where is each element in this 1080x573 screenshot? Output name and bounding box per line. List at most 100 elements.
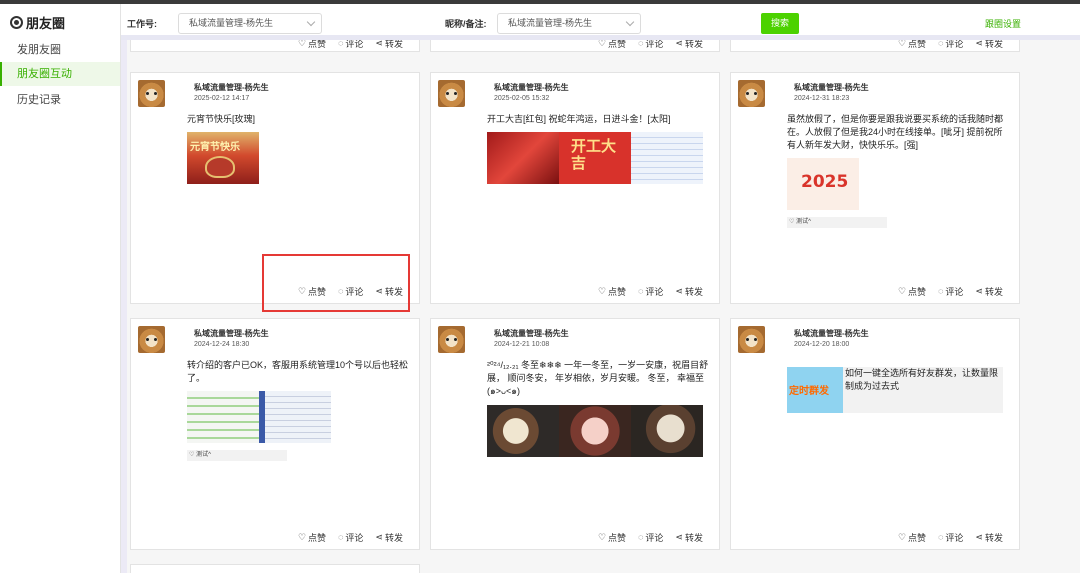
account-select-value: 私域流量管理-杨先生	[189, 18, 273, 28]
previous-card: ♡ 点赞 ◌ 评论 ⋖ 转发	[130, 40, 420, 52]
comment-icon: ◌	[338, 40, 344, 48]
post-author: 私域流量管理-杨先生	[794, 329, 869, 338]
comment-icon: ◌	[938, 40, 944, 48]
share-icon: ⋖	[375, 532, 383, 542]
post-image[interactable]: 元宵节快乐	[187, 132, 259, 184]
heart-icon: ♡	[897, 532, 907, 542]
share-button[interactable]: ⋖ 转发	[675, 285, 703, 298]
comment-icon: ◌	[338, 532, 344, 542]
bowl-graphic	[205, 156, 235, 178]
share-button[interactable]: ⋖ 转发	[375, 531, 403, 544]
post-actions: ♡ 点赞 ◌ 评论 ⋖ 转发	[598, 40, 703, 50]
post-image[interactable]	[487, 132, 559, 184]
comment-button[interactable]: ◌ 评论	[638, 40, 663, 50]
post-text: 虽然放假了，但是你要是跟我说要买系统的话我随时都在。人放假了但是我24小时在线接…	[787, 114, 1004, 150]
heart-icon: ♡	[597, 40, 607, 48]
post-author: 私域流量管理-杨先生	[194, 83, 269, 92]
post-card: 私域流量管理-杨先生 2024-12-31 18:23 虽然放假了，但是你要是跟…	[730, 72, 1020, 304]
avatar	[138, 80, 165, 107]
comment-icon: ◌	[938, 286, 944, 296]
post-actions: ♡ 点赞 ◌ 评论 ⋖ 转发	[298, 531, 403, 544]
sidebar-item-interaction[interactable]: 朋友圈互动	[0, 62, 120, 86]
post-text: 转介绍的客户已OK，客服用系统管理10个号以后也轻松了。	[187, 360, 409, 383]
sidebar-item-post[interactable]: 发朋友圈	[0, 38, 120, 62]
post-text: ²⁰²⁴/₁₂.₂₁ 冬至❄❄❄ 一年一冬至，一岁一安康，祝眉目舒展， 顺问冬安…	[487, 360, 709, 396]
image-caption: 2025	[801, 172, 849, 192]
avatar	[138, 326, 165, 353]
image-caption: 元宵节快乐	[190, 142, 240, 153]
heart-icon: ♡	[297, 532, 307, 542]
comment-button[interactable]: ◌ 评论	[938, 531, 963, 544]
search-button[interactable]: 搜索	[761, 13, 799, 34]
comment-button[interactable]: ◌ 评论	[638, 285, 663, 298]
post-image[interactable]	[187, 391, 259, 443]
like-button[interactable]: ♡ 点赞	[898, 285, 926, 298]
comment-button[interactable]: ◌ 评论	[938, 285, 963, 298]
post-image[interactable]	[259, 391, 331, 443]
heart-icon: ♡	[297, 40, 307, 48]
share-icon: ⋖	[975, 532, 983, 542]
like-button[interactable]: ♡ 点赞	[598, 531, 626, 544]
post-date: 2025-02-05 15:32	[494, 95, 550, 102]
nickname-select[interactable]: 私域流量管理-杨先生	[497, 13, 641, 34]
post-date: 2024-12-31 18:23	[794, 95, 850, 102]
avatar	[438, 326, 465, 353]
post-image[interactable]	[559, 405, 631, 457]
avatar	[438, 80, 465, 107]
share-button[interactable]: ⋖ 转发	[975, 285, 1003, 298]
share-icon: ⋖	[675, 40, 683, 48]
heart-icon: ♡	[789, 219, 795, 225]
nickname-select-value: 私域流量管理-杨先生	[508, 18, 592, 28]
post-card: 私域流量管理-杨先生 2024-12-20 18:00 定时群发 如何一键全选所…	[730, 318, 1020, 550]
like-button[interactable]: ♡ 点赞	[898, 40, 926, 50]
like-button[interactable]: ♡ 点赞	[598, 285, 626, 298]
comment-icon: ◌	[638, 286, 644, 296]
share-button[interactable]: ⋖ 转发	[375, 40, 403, 50]
sidebar-item-history[interactable]: 历史记录	[0, 88, 120, 112]
share-icon: ⋖	[675, 286, 683, 296]
post-author: 私域流量管理-杨先生	[194, 329, 269, 338]
comment-button[interactable]: ◌ 评论	[338, 531, 363, 544]
like-button[interactable]: ♡ 点赞	[898, 531, 926, 544]
post-date: 2024-12-21 10:08	[494, 341, 550, 348]
post-image[interactable]: 2025	[787, 158, 859, 210]
follow-settings-link[interactable]: 跟圈设置	[985, 17, 1021, 30]
post-image[interactable]: 开工大吉	[559, 132, 631, 184]
previous-card: ♡ 点赞 ◌ 评论 ⋖ 转发	[730, 40, 1020, 52]
like-button[interactable]: ♡ 点赞	[598, 40, 626, 50]
comment-icon: ◌	[638, 532, 644, 542]
post-card: 私域流量管理-杨先生 2024-12-24 18:30 转介绍的客户已OK，客服…	[130, 318, 420, 550]
comment-button[interactable]: ◌ 评论	[938, 40, 963, 50]
share-button[interactable]: ⋖ 转发	[675, 40, 703, 50]
share-button[interactable]: ⋖ 转发	[975, 40, 1003, 50]
post-text: 元宵节快乐[玫瑰]	[187, 114, 256, 124]
moments-icon	[10, 16, 23, 29]
like-button[interactable]: ♡ 点赞	[298, 531, 326, 544]
like-button[interactable]: ♡ 点赞	[298, 40, 326, 50]
share-button[interactable]: ⋖ 转发	[675, 531, 703, 544]
post-date: 2024-12-24 18:30	[194, 341, 250, 348]
sidebar: 朋友圈 发朋友圈 朋友圈互动 历史记录	[0, 4, 121, 573]
comment-button[interactable]: ◌ 评论	[338, 40, 363, 50]
image-caption: 开工大吉	[571, 137, 617, 172]
avatar	[738, 80, 765, 107]
post-card	[130, 564, 420, 573]
post-text: 开工大吉[红包] 祝蛇年鸿运，日进斗金！[太阳]	[487, 114, 671, 124]
post-image[interactable]: 定时群发	[787, 367, 843, 413]
post-image[interactable]	[631, 405, 703, 457]
avatar	[738, 326, 765, 353]
post-text: 如何一键全选所有好友群发，让数量限制成为过去式	[843, 367, 1003, 413]
post-author: 私域流量管理-杨先生	[494, 329, 569, 338]
share-button[interactable]: ⋖ 转发	[975, 531, 1003, 544]
comment-button[interactable]: ◌ 评论	[638, 531, 663, 544]
post-image[interactable]	[487, 405, 559, 457]
filter-bar: 工作号: 私域流量管理-杨先生 昵称/备注: 私域流量管理-杨先生 搜索 跟圈设…	[121, 4, 1080, 40]
post-image[interactable]	[631, 132, 703, 184]
account-select[interactable]: 私域流量管理-杨先生	[178, 13, 322, 34]
nickname-label: 昵称/备注:	[445, 19, 487, 29]
share-icon: ⋖	[675, 532, 683, 542]
post-actions: ♡ 点赞 ◌ 评论 ⋖ 转发	[898, 531, 1003, 544]
comment-icon: ◌	[938, 532, 944, 542]
heart-icon: ♡	[597, 532, 607, 542]
heart-icon: ♡	[897, 286, 907, 296]
